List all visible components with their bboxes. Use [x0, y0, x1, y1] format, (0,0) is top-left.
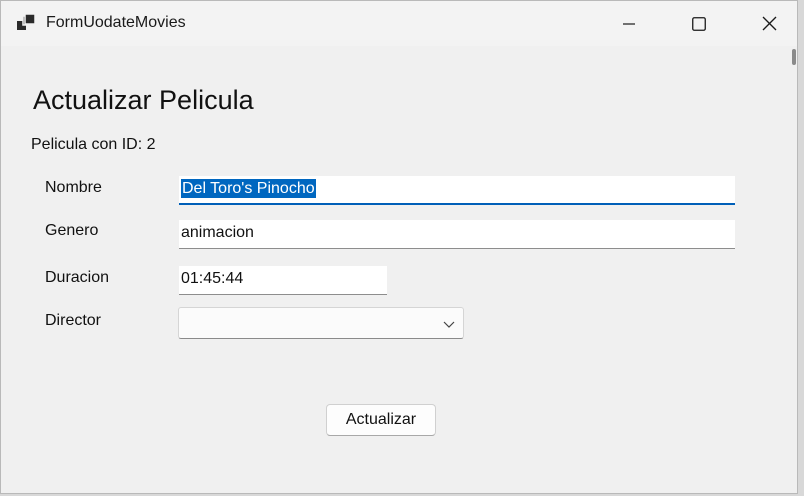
scrollbar-thumb[interactable] [792, 49, 796, 65]
actualizar-button[interactable]: Actualizar [326, 404, 436, 436]
vertical-scrollbar[interactable] [789, 46, 797, 493]
window-title: FormUodateMovies [46, 14, 186, 31]
genero-value: animacion [181, 224, 254, 241]
director-select[interactable] [178, 307, 464, 339]
nombre-value: Del Toro's Pinocho [181, 179, 316, 198]
close-button[interactable] [734, 1, 804, 46]
minimize-icon [623, 22, 635, 25]
page-title: Actualizar Pelicula [33, 85, 254, 115]
minimize-button[interactable] [594, 1, 664, 46]
maximize-button[interactable] [664, 1, 734, 46]
genero-label: Genero [45, 222, 99, 239]
nombre-label: Nombre [45, 179, 102, 196]
title-bar[interactable]: FormUodateMovies [1, 1, 797, 46]
app-window-icon [17, 14, 35, 30]
director-label: Director [45, 312, 102, 329]
form-window: FormUodateMovies Actualizar Pelicula Pel… [0, 0, 798, 494]
genero-input[interactable]: animacion [179, 220, 735, 249]
nombre-input[interactable]: Del Toro's Pinocho [179, 176, 735, 205]
close-icon [762, 16, 776, 31]
maximize-icon [692, 16, 706, 31]
movie-id-label: Pelicula con ID: 2 [31, 136, 156, 153]
chevron-down-icon [443, 321, 455, 328]
duracion-value: 01:45:44 [181, 270, 244, 287]
duracion-input[interactable]: 01:45:44 [179, 266, 387, 295]
duracion-label: Duracion [45, 269, 110, 286]
